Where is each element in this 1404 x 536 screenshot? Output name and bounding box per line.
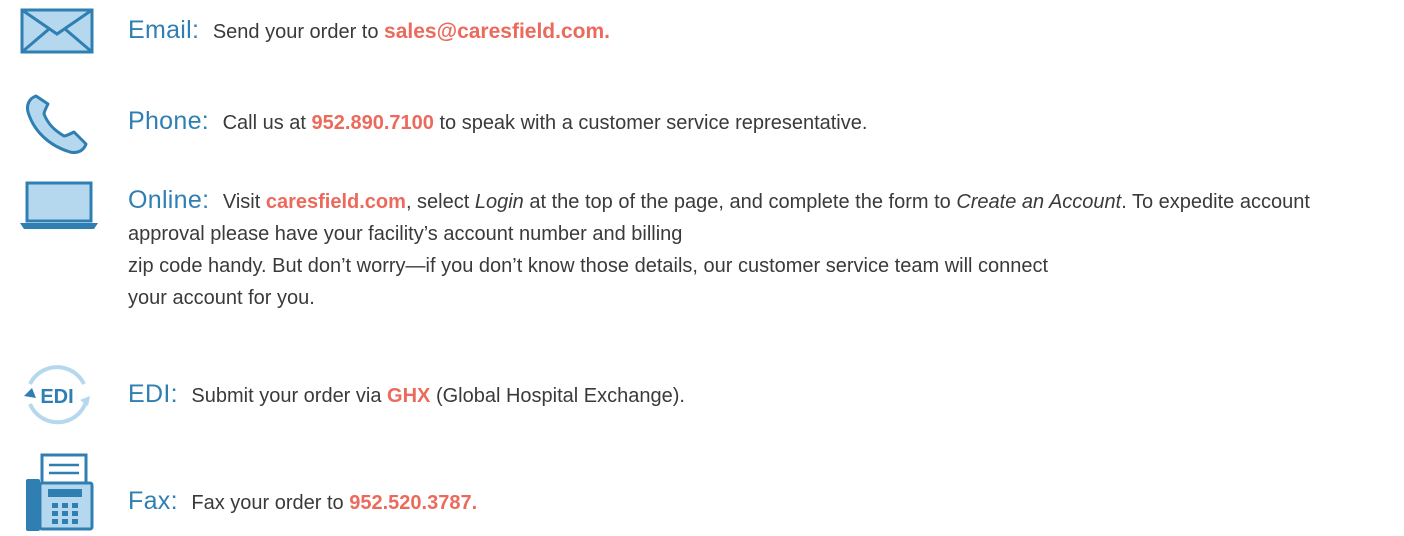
email-text: Email: Send your order to sales@caresfie… <box>128 14 1384 48</box>
edi-pre: Submit your order via <box>191 385 382 407</box>
envelope-icon <box>20 8 94 54</box>
email-pre: Send your order to <box>212 21 379 43</box>
online-post2: at the top of the page, and complete the… <box>529 191 951 213</box>
online-label: Online: <box>128 186 210 214</box>
edi-text: EDI: Submit your order via GHX (Global H… <box>128 378 1384 412</box>
phone-text: Phone: Call us at 952.890.7100 to speak … <box>128 105 1384 139</box>
login-emphasis: Login <box>474 191 524 213</box>
phone-post: to speak with a customer service represe… <box>439 112 868 134</box>
fax-number[interactable]: 952.520.3787. <box>349 492 477 514</box>
online-post: , select <box>405 191 470 213</box>
email-label: Email: <box>128 16 200 44</box>
online-text: Online: Visit caresfield.com, select Log… <box>128 184 1384 314</box>
website-link[interactable]: caresfield.com <box>266 191 406 213</box>
edi-label: EDI: <box>128 380 178 408</box>
contact-edi: EDI EDI: Submit your order via GHX (Glob… <box>0 360 1404 430</box>
phone-pre: Call us at <box>222 112 306 134</box>
phone-link[interactable]: 952.890.7100 <box>312 112 434 134</box>
online-line-2: zip code handy. But don’t worry—if you d… <box>128 255 1049 277</box>
fax-icon <box>26 453 94 531</box>
edi-icon: EDI <box>24 365 90 425</box>
contact-online: Online: Visit caresfield.com, select Log… <box>0 178 1404 358</box>
online-line-1: Online: Visit caresfield.com, select Log… <box>128 184 1384 250</box>
contact-fax: Fax: Fax your order to 952.520.3787. <box>0 453 1404 533</box>
edi-post: (Global Hospital Exchange). <box>435 385 685 407</box>
email-link[interactable]: sales@caresfield.com. <box>384 20 610 43</box>
online-pre: Visit <box>222 191 261 213</box>
online-line-3: your account for you. <box>128 287 315 309</box>
fax-text: Fax: Fax your order to 952.520.3787. <box>128 485 1384 519</box>
phone-label: Phone: <box>128 107 210 135</box>
edi-icon-text: EDI <box>40 386 73 408</box>
contact-phone: Phone: Call us at 952.890.7100 to speak … <box>0 92 1404 154</box>
create-account-emphasis: Create an Account <box>956 191 1122 213</box>
ghx-link[interactable]: GHX <box>387 385 430 407</box>
laptop-icon <box>20 181 98 229</box>
phone-icon <box>26 94 88 154</box>
contact-email: Email: Send your order to sales@caresfie… <box>0 8 1404 54</box>
fax-label: Fax: <box>128 487 178 515</box>
fax-pre: Fax your order to <box>191 492 344 514</box>
